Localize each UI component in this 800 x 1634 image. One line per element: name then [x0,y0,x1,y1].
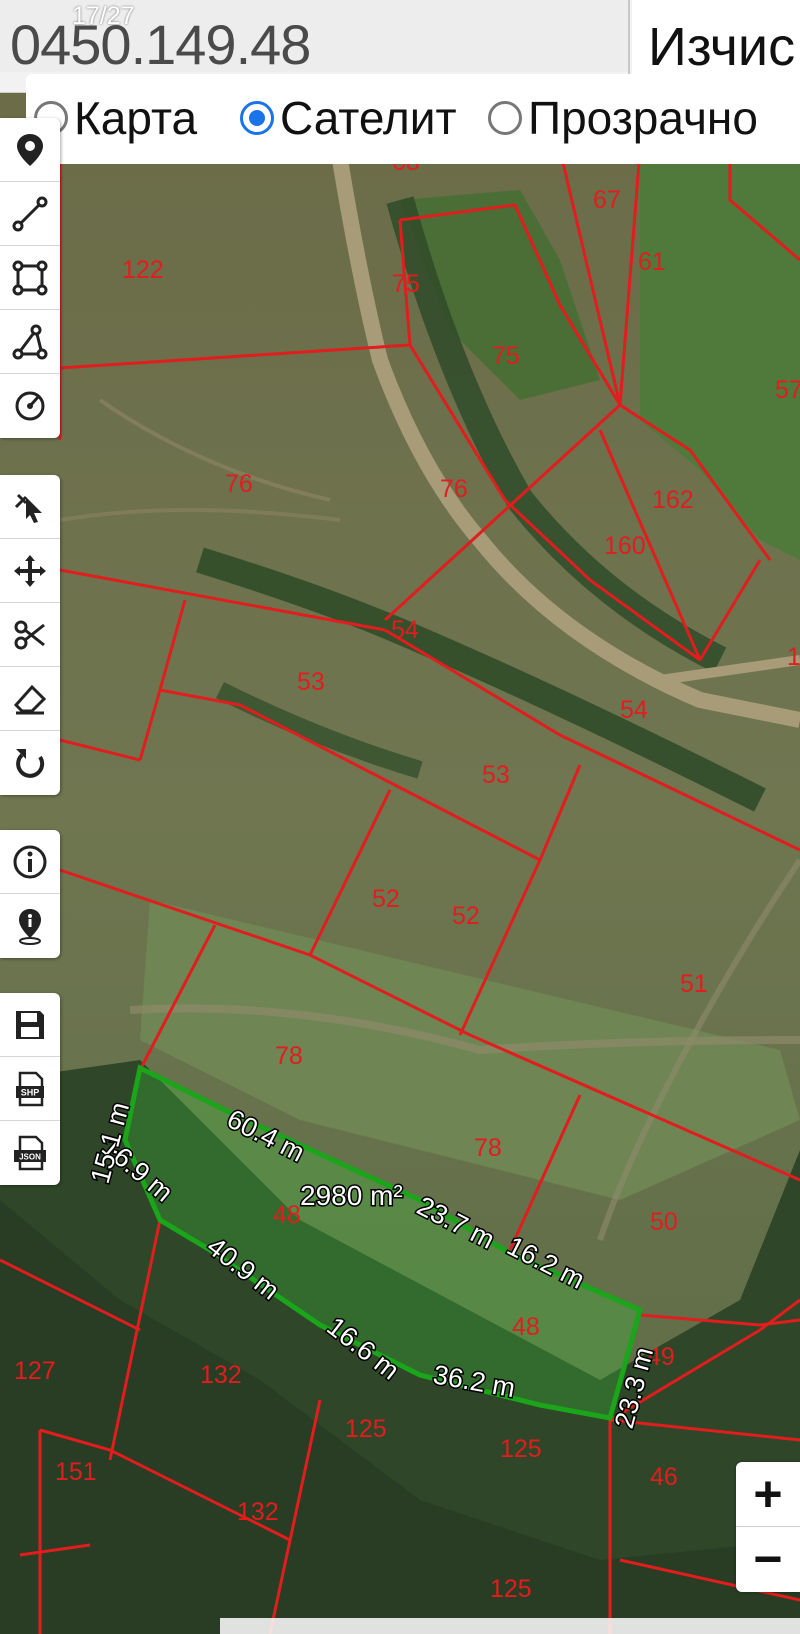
zoom-in-button[interactable]: + [736,1462,800,1527]
location-pin-icon [17,133,43,166]
calculate-label: Изчис [648,17,796,77]
circle-icon [15,391,45,421]
parcel-number: 46 [650,1463,678,1491]
select-tool[interactable] [0,475,60,539]
parcel-number: 132 [200,1361,242,1389]
polyline-icon [12,196,48,231]
layer-label-transparent: Прозрачно [528,92,758,144]
export-shp-tool[interactable]: SHP [0,1057,60,1121]
area-label: 2980 m² [300,1180,403,1211]
parcel-number: 57 [775,376,800,404]
layer-option-satellite[interactable]: Сателит [240,90,457,146]
parcel-number: 125 [345,1415,387,1443]
parcel-number: 54 [391,616,419,644]
info-pin-tool[interactable] [0,894,60,958]
parcel-number: 67 [593,186,621,214]
move-icon [14,554,46,587]
parcel-number: 52 [452,902,480,930]
info-pin-icon [19,909,41,945]
parcel-number: 48 [512,1313,540,1341]
parcel-number: 53 [297,668,325,696]
parcel-number: 162 [652,486,694,514]
file-toolbar: SHP JSON [0,993,60,1185]
polyline-tool[interactable] [0,182,60,246]
parcel-number: 160 [604,532,646,560]
parcel-number: 125 [490,1575,532,1603]
layer-selector: Карта Сателит Прозрачно [26,74,800,164]
parcel-number: 78 [275,1042,303,1070]
marker-tool[interactable] [0,118,60,182]
parcel-number: 53 [482,761,510,789]
parcel-number: 48 [273,1201,301,1229]
info-icon [13,845,47,878]
parcel-number: 76 [440,475,468,503]
eraser-icon [13,684,47,714]
zoom-control: + − [736,1462,800,1592]
scissors-icon [14,620,45,649]
parcel-number: 125 [500,1435,542,1463]
parcel-number: 75 [392,270,420,298]
undo-icon [16,749,45,778]
parcel-number: 127 [14,1357,56,1385]
map-attribution [220,1618,800,1634]
radio-transparent[interactable] [488,101,522,135]
parcel-number: 52 [372,885,400,913]
polygon-tool[interactable] [0,310,60,374]
coordinate-field[interactable]: 0450.149.48 17/27 [0,0,628,76]
json-badge: JSON [19,1153,41,1162]
parcel-number: 122 [122,256,164,284]
export-json-tool[interactable]: JSON [0,1121,60,1185]
cut-tool[interactable] [0,603,60,667]
parcel-number: 51 [680,970,708,998]
parcel-number: 50 [650,1208,678,1236]
info-toolbar [0,830,60,958]
radio-satellite[interactable] [240,101,274,135]
circle-tool[interactable] [0,374,60,438]
polygon-icon [12,324,48,359]
json-file-icon: JSON [14,1135,46,1171]
layer-option-transparent[interactable]: Прозрачно [488,90,758,146]
parcel-number: 75 [492,342,520,370]
erase-tool[interactable] [0,667,60,731]
page-counter: 17/27 [72,2,135,30]
undo-tool[interactable] [0,731,60,795]
parcel-number: 54 [620,696,648,724]
move-tool[interactable] [0,539,60,603]
info-tool[interactable] [0,830,60,894]
zoom-out-button[interactable]: − [736,1527,800,1591]
rectangle-icon [12,260,48,295]
draw-toolbar [0,118,60,438]
satellite-map[interactable]: 122 75 75 67 61 57 76 76 162 160 1 54 53… [0,0,800,1634]
save-icon [16,1010,44,1039]
parcel-number: 76 [225,470,253,498]
layer-label-map: Карта [74,92,198,144]
save-tool[interactable] [0,993,60,1057]
rectangle-tool[interactable] [0,246,60,310]
edit-toolbar [0,475,60,795]
parcel-number: 132 [237,1498,279,1526]
coordinate-value: 0450.149.48 [10,13,311,76]
shp-file-icon: SHP [16,1071,44,1106]
shp-badge: SHP [21,1087,40,1097]
parcel-number: 78 [474,1134,502,1162]
pointer-icon [14,493,42,523]
parcel-number: 61 [638,248,666,276]
layer-label-satellite: Сателит [280,92,457,144]
parcel-number: 1 [787,643,800,671]
parcel-number: 151 [55,1458,97,1486]
